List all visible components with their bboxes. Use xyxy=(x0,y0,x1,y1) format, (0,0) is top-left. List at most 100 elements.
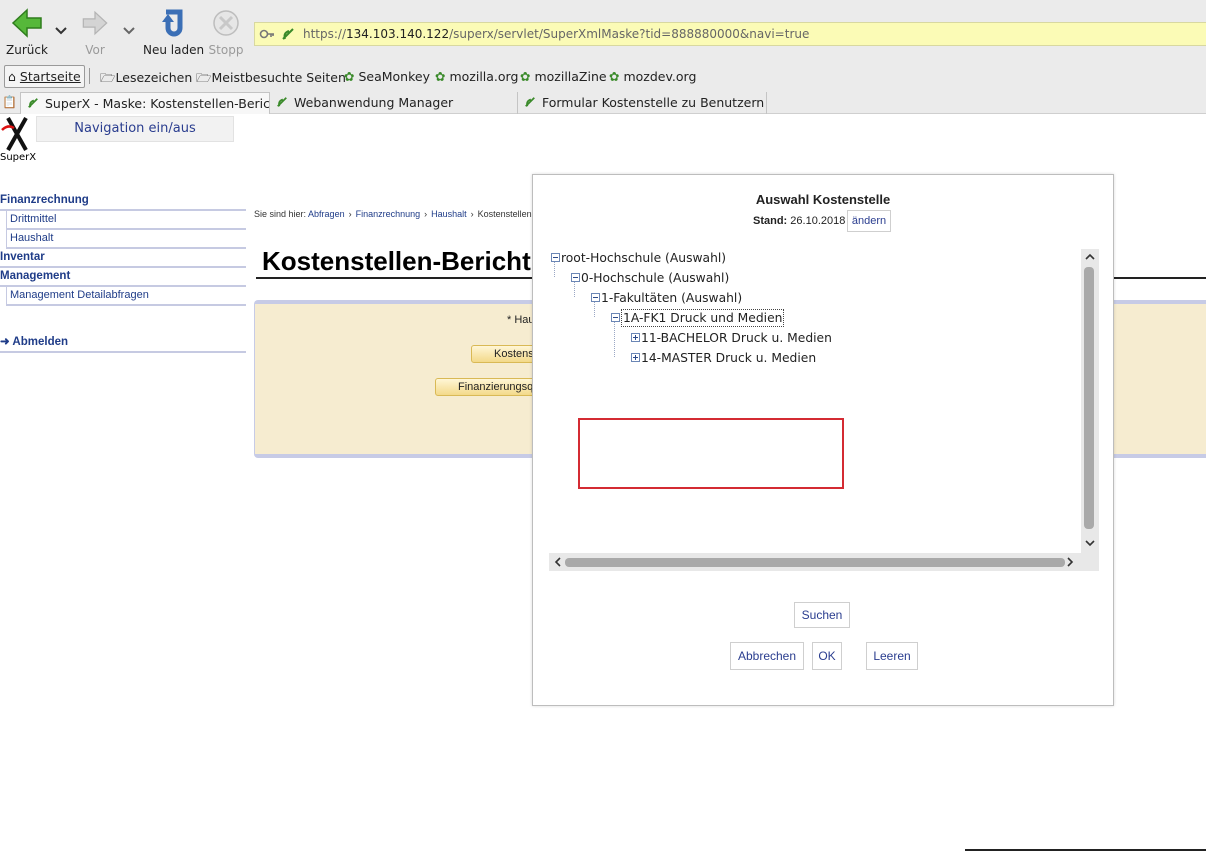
url-prefix: https:// xyxy=(303,27,347,41)
expand-icon[interactable] xyxy=(631,353,640,362)
scroll-left-icon[interactable] xyxy=(554,557,562,567)
bookmark-lesezeichen[interactable]: 🗁Lesezeichen xyxy=(100,69,192,90)
collapse-icon[interactable] xyxy=(611,313,620,322)
chevron-down-icon[interactable] xyxy=(55,26,67,36)
folder-icon: 🗁 xyxy=(100,70,116,85)
bookmark-mozilla-org[interactable]: ✿ mozilla.org xyxy=(435,69,518,84)
stop-icon xyxy=(213,10,239,36)
expand-icon[interactable] xyxy=(631,333,640,342)
logo-text: SuperX xyxy=(0,152,37,163)
stop-label: Stopp xyxy=(208,43,244,57)
leaf-icon xyxy=(525,97,535,107)
breadcrumb-finanzrechnung[interactable]: Finanzrechnung xyxy=(356,209,421,219)
bookmark-startseite[interactable]: ⌂ Startseite xyxy=(4,65,85,88)
page-title: Kostenstellen-Bericht xyxy=(262,246,531,276)
tree-connector xyxy=(594,301,595,317)
sidebar-item-management-detailabfragen[interactable]: Management Detailabfragen xyxy=(6,287,246,306)
back-button[interactable]: Zurück xyxy=(6,8,48,57)
forward-arrow-icon xyxy=(82,10,108,36)
chevron-right-icon: › xyxy=(348,209,352,219)
bookmark-label: mozdev.org xyxy=(623,69,697,84)
scroll-right-icon[interactable] xyxy=(1066,557,1074,567)
cancel-button[interactable]: Abbrechen xyxy=(730,642,804,670)
collapse-icon[interactable] xyxy=(591,293,600,302)
chevron-right-icon: › xyxy=(424,209,428,219)
tab-bar: 📋 SuperX - Maske: Kostenstellen-Bericht … xyxy=(0,92,1206,114)
leaf-icon xyxy=(28,98,38,108)
highlight-annotation-box xyxy=(578,418,844,489)
stand-label: Stand: xyxy=(753,215,788,227)
sidebar-section-management[interactable]: Management xyxy=(0,268,246,287)
change-date-button[interactable]: ändern xyxy=(847,210,891,232)
tree-node-label[interactable]: 11-BACHELOR Druck u. Medien xyxy=(641,330,832,346)
bookmark-meistbesuchte[interactable]: 🗁Meistbesuchte Seiten xyxy=(196,69,346,90)
vertical-scrollbar[interactable] xyxy=(1081,249,1099,553)
tab-superx-maske[interactable]: SuperX - Maske: Kostenstellen-Bericht xyxy=(20,92,270,114)
tab-label: Formular Kostenstelle zu Benutzern (L... xyxy=(542,95,767,110)
breadcrumb-haushalt[interactable]: Haushalt xyxy=(431,209,467,219)
bookmark-mozillazine[interactable]: ✿ mozillaZine xyxy=(520,69,607,84)
vertical-scroll-thumb[interactable] xyxy=(1084,267,1094,529)
site-leaf-icon xyxy=(282,28,294,40)
reload-icon xyxy=(161,9,183,37)
search-button[interactable]: Suchen xyxy=(794,602,850,628)
bookmark-label: Meistbesuchte Seiten xyxy=(211,70,346,85)
sidebar-item-drittmittel[interactable]: Drittmittel xyxy=(6,211,246,230)
horizontal-scroll-thumb[interactable] xyxy=(565,558,1065,567)
superx-logo[interactable]: SuperX xyxy=(0,116,37,164)
clear-button[interactable]: Leeren xyxy=(866,642,918,670)
finanzierungsquelle-button[interactable]: Finanzierungsq xyxy=(435,378,541,396)
bookmark-label: Lesezeichen xyxy=(115,70,193,85)
scroll-down-icon[interactable] xyxy=(1085,539,1095,547)
ok-button[interactable]: OK xyxy=(812,642,842,670)
tab-list-icon[interactable]: 📋 xyxy=(2,95,17,109)
bookmark-mozdev-org[interactable]: ✿ mozdev.org xyxy=(609,69,696,84)
scroll-up-icon[interactable] xyxy=(1085,253,1095,261)
reload-label: Neu laden xyxy=(143,43,205,57)
key-icon xyxy=(259,29,274,39)
bookmarks-bar: ⌂ Startseite 🗁Lesezeichen 🗁Meistbesuchte… xyxy=(0,64,1206,90)
logout-icon: ➜ xyxy=(0,336,10,348)
back-arrow-icon xyxy=(11,8,42,38)
forward-button[interactable]: Vor xyxy=(80,8,110,57)
bookmark-label: Startseite xyxy=(19,69,81,84)
leaf-icon: ✿ xyxy=(344,69,355,84)
reload-button[interactable]: Neu laden xyxy=(143,8,204,57)
url-bar[interactable]: https://134.103.140.122/superx/servlet/S… xyxy=(254,22,1206,46)
bookmark-label: SeaMonkey xyxy=(358,69,430,84)
bookmark-seamonkey[interactable]: ✿ SeaMonkey xyxy=(344,69,430,84)
tree-node-label[interactable]: 1A-FK1 Druck und Medien xyxy=(621,309,785,327)
forward-label: Vor xyxy=(85,43,105,57)
tree-node-label[interactable]: 0-Hochschule (Auswahl) xyxy=(581,270,729,286)
kostenstelle-button[interactable]: Kostens xyxy=(471,345,541,363)
superx-logo-icon xyxy=(1,117,28,151)
sidebar-item-haushalt[interactable]: Haushalt xyxy=(6,230,246,249)
tree-connector xyxy=(554,261,555,277)
stop-button[interactable]: Stopp xyxy=(208,8,244,57)
horizontal-scrollbar[interactable] xyxy=(549,553,1081,571)
sidebar-section-inventar[interactable]: Inventar xyxy=(0,249,246,268)
url-path: /superx/servlet/SuperXmlMaske?tid=888880… xyxy=(449,27,810,41)
sidebar-nav: Finanzrechnung Drittmittel Haushalt Inve… xyxy=(0,192,246,353)
tree-node-label[interactable]: 14-MASTER Druck u. Medien xyxy=(641,350,816,366)
tree-view: root-Hochschule (Auswahl) 0-Hochschule (… xyxy=(549,249,1099,573)
leaf-icon xyxy=(277,97,287,107)
tab-formular-kostenstelle[interactable]: Formular Kostenstelle zu Benutzern (L... xyxy=(518,92,767,114)
leaf-icon: ✿ xyxy=(520,69,531,84)
breadcrumb-abfragen[interactable]: Abfragen xyxy=(308,209,345,219)
tree-node-label[interactable]: root-Hochschule (Auswahl) xyxy=(561,250,726,266)
sidebar-section-finanzrechnung[interactable]: Finanzrechnung xyxy=(0,192,246,211)
logout-link[interactable]: ➜ Abmelden xyxy=(0,332,246,353)
page-bottom-divider xyxy=(965,849,1206,851)
tree-node-label[interactable]: 1-Fakultäten (Auswahl) xyxy=(601,290,742,306)
leaf-icon: ✿ xyxy=(435,69,446,84)
collapse-icon[interactable] xyxy=(571,273,580,282)
tab-webanwendung-manager[interactable]: Webanwendung Manager xyxy=(270,92,518,114)
url-host: 134.103.140.122 xyxy=(346,27,450,41)
browser-toolbar: Zurück Vor Neu laden Stopp https://134.1… xyxy=(0,0,1206,64)
collapse-icon[interactable] xyxy=(551,253,560,262)
navigation-toggle[interactable]: Navigation ein/aus xyxy=(36,116,234,142)
chevron-down-icon[interactable] xyxy=(123,26,135,36)
scrollbar-corner xyxy=(1081,553,1099,571)
chevron-right-icon: › xyxy=(470,209,474,219)
